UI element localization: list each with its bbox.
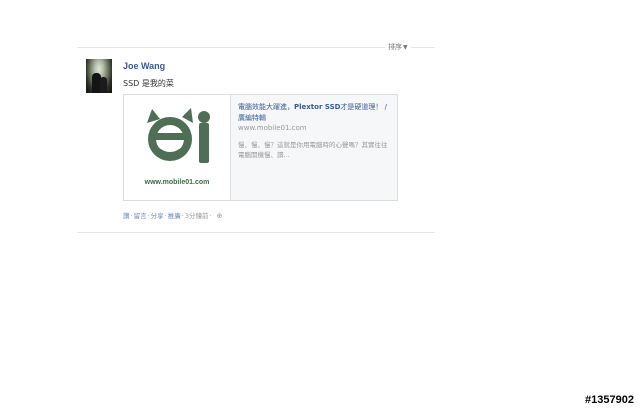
globe-icon[interactable]: ⊕ (217, 212, 223, 220)
separator-dot: · (130, 212, 133, 220)
sort-button[interactable]: 排序▼ (385, 42, 411, 53)
link-title-part1: 電腦效能大躍進， (238, 103, 294, 111)
link-description: 慢、慢、慢？這就是你用電腦時的心聲嗎？其實往往電腦開機慢、讀... (238, 141, 388, 159)
like-link[interactable]: 讚 (123, 212, 130, 220)
feed-bottom-divider (77, 232, 435, 233)
separator-dot: · (181, 212, 184, 220)
post-author-link[interactable]: Joe Wang (123, 61, 165, 71)
watermark: #1357902 (585, 394, 634, 406)
link-preview-card[interactable]: www.mobile01.com 電腦效能大躍進，Plextor SSD才是硬道… (123, 94, 398, 201)
post-message: SSD 是我的菜 (123, 79, 174, 88)
feed-top-divider (77, 47, 435, 48)
link-title[interactable]: 電腦效能大躍進，Plextor SSD才是硬道理！ / 廣編特輯 (238, 102, 388, 124)
avatar[interactable] (86, 59, 112, 93)
link-thumbnail[interactable]: www.mobile01.com (124, 95, 231, 200)
promote-link[interactable]: 推廣 (168, 212, 181, 220)
separator-dot: · (164, 212, 167, 220)
thumbnail-caption: www.mobile01.com (144, 179, 210, 186)
chevron-down-icon: ▼ (403, 44, 408, 51)
separator-dot: · (147, 212, 150, 220)
post-timestamp[interactable]: 3分鐘前 (185, 212, 209, 220)
link-title-bold: Plextor SSD (294, 103, 341, 111)
mobile01-logo-icon (147, 108, 210, 163)
share-link[interactable]: 分享 (151, 212, 164, 220)
post-actions: 讚·留言·分享·推廣·3分鐘前· ⊕ (123, 210, 222, 220)
comment-link[interactable]: 留言 (134, 212, 147, 220)
link-domain: www.mobile01.com (238, 124, 307, 132)
sort-label: 排序 (388, 43, 402, 51)
avatar-figure-secondary (100, 77, 107, 93)
separator-dot: · (209, 212, 212, 220)
